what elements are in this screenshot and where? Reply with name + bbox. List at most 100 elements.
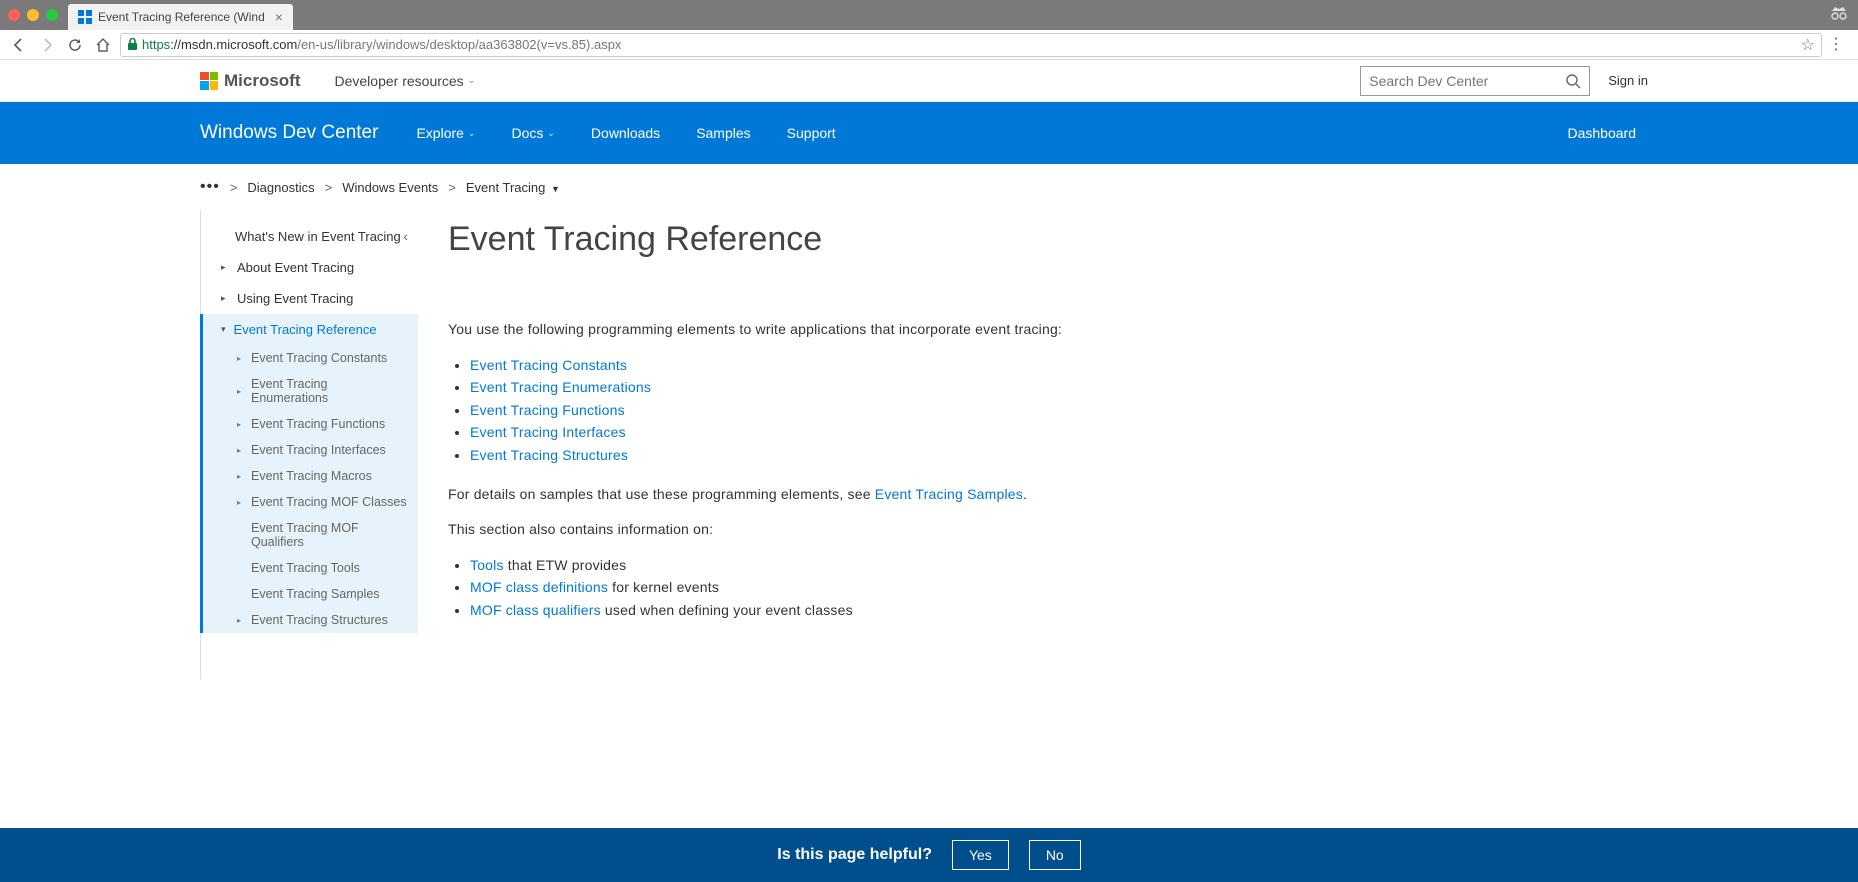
sidebar-item-label: Event Tracing Reference — [234, 322, 377, 337]
sidebar-sub-samples[interactable]: Event Tracing Samples — [203, 581, 418, 607]
triangle-down-icon: ▾ — [221, 324, 226, 335]
back-button[interactable] — [8, 34, 30, 56]
lock-icon — [127, 38, 138, 51]
address-bar[interactable]: https://msdn.microsoft.com/en-us/library… — [120, 33, 1822, 57]
sidebar-reference-group: ▾Event Tracing Reference ▸Event Tracing … — [200, 314, 418, 633]
sidebar-using[interactable]: ▸ Using Event Tracing — [201, 283, 418, 314]
list-item: Event Tracing Interfaces — [470, 421, 1278, 443]
link-constants[interactable]: Event Tracing Constants — [470, 357, 627, 373]
breadcrumb-event-tracing[interactable]: Event Tracing ▼ — [466, 180, 560, 195]
window-maximize-button[interactable] — [46, 9, 58, 21]
sidebar-sub-label: Event Tracing Enumerations — [251, 377, 408, 405]
sidebar-sub-mof-classes[interactable]: ▸Event Tracing MOF Classes — [203, 489, 418, 515]
breadcrumb-separator: > — [230, 180, 238, 195]
home-button[interactable] — [92, 34, 114, 56]
breadcrumb-separator: > — [325, 180, 333, 195]
list-item: MOF class qualifiers used when defining … — [470, 599, 1278, 621]
page-title: Event Tracing Reference — [448, 220, 1278, 259]
dropdown-arrow-icon: ▼ — [551, 184, 560, 194]
sidebar-sub-label: Event Tracing Samples — [251, 587, 380, 601]
collapse-sidebar-icon[interactable]: ‹ — [403, 228, 408, 244]
info-list: Tools that ETW provides MOF class defini… — [470, 554, 1278, 621]
triangle-right-icon: ▸ — [237, 472, 243, 481]
sidebar-sub-mof-qualifiers[interactable]: Event Tracing MOF Qualifiers — [203, 515, 418, 555]
sidebar-sub-tools[interactable]: Event Tracing Tools — [203, 555, 418, 581]
text-run: For details on samples that use these pr… — [448, 486, 875, 502]
article-content: Event Tracing Reference You use the foll… — [418, 210, 1318, 679]
sidebar-sub-label: Event Tracing Tools — [251, 561, 360, 575]
sidebar-sub-enumerations[interactable]: ▸Event Tracing Enumerations — [203, 371, 418, 411]
chevron-down-icon: ⌄ — [468, 75, 476, 86]
triangle-right-icon: ▸ — [221, 293, 229, 304]
browser-toolbar: https://msdn.microsoft.com/en-us/library… — [0, 30, 1858, 60]
search-icon[interactable] — [1565, 73, 1581, 89]
search-input[interactable] — [1369, 73, 1565, 89]
triangle-right-icon: ▸ — [237, 446, 243, 455]
triangle-right-icon: ▸ — [221, 262, 229, 273]
signin-link[interactable]: Sign in — [1608, 73, 1648, 88]
nav-dashboard[interactable]: Dashboard — [1568, 125, 1637, 141]
sidebar-sub-label: Event Tracing MOF Classes — [251, 495, 407, 509]
breadcrumb-current-label: Event Tracing — [466, 180, 546, 195]
link-mof-definitions[interactable]: MOF class definitions — [470, 579, 608, 595]
list-item: MOF class definitions for kernel events — [470, 576, 1278, 598]
link-structures[interactable]: Event Tracing Structures — [470, 447, 628, 463]
microsoft-header: Microsoft Developer resources ⌄ Sign in — [0, 60, 1858, 102]
list-item: Event Tracing Structures — [470, 444, 1278, 466]
sidebar-sub-macros[interactable]: ▸Event Tracing Macros — [203, 463, 418, 489]
breadcrumb-separator: > — [448, 180, 456, 195]
feedback-yes-button[interactable]: Yes — [952, 840, 1009, 870]
sidebar-sub-constants[interactable]: ▸Event Tracing Constants — [203, 345, 418, 371]
list-item: Event Tracing Enumerations — [470, 376, 1278, 398]
link-enumerations[interactable]: Event Tracing Enumerations — [470, 379, 651, 395]
browser-tab[interactable]: Event Tracing Reference (Wind × — [68, 4, 293, 30]
breadcrumb-more-icon[interactable]: ••• — [200, 178, 220, 196]
feedback-no-button[interactable]: No — [1029, 840, 1081, 870]
breadcrumb-diagnostics[interactable]: Diagnostics — [247, 180, 314, 195]
sidebar-reference[interactable]: ▾ Event Tracing Reference — [203, 314, 418, 345]
link-interfaces[interactable]: Event Tracing Interfaces — [470, 424, 626, 440]
list-item: Event Tracing Constants — [470, 354, 1278, 376]
sidebar-sub-functions[interactable]: ▸Event Tracing Functions — [203, 411, 418, 437]
reload-button[interactable] — [64, 34, 86, 56]
breadcrumb: ••• > Diagnostics > Windows Events > Eve… — [0, 164, 1858, 210]
forward-button[interactable] — [36, 34, 58, 56]
feedback-prompt: Is this page helpful? — [777, 846, 932, 864]
link-functions[interactable]: Event Tracing Functions — [470, 402, 625, 418]
search-box[interactable] — [1360, 66, 1590, 96]
browser-menu-button[interactable]: ⋮ — [1822, 43, 1850, 47]
main-layout: What's New in Event Tracing ‹ ▸ About Eve… — [0, 210, 1858, 679]
nav-docs[interactable]: Docs⌄ — [511, 125, 554, 141]
sidebar-item-label: What's New in Event Tracing — [235, 229, 401, 244]
sidebar-sub-label: Event Tracing Constants — [251, 351, 387, 365]
nav-downloads[interactable]: Downloads — [591, 125, 660, 141]
sidebar-item-label: About Event Tracing — [237, 260, 354, 275]
link-samples[interactable]: Event Tracing Samples — [875, 486, 1023, 502]
samples-paragraph: For details on samples that use these pr… — [448, 484, 1278, 505]
sidebar-sub-structures[interactable]: ▸Event Tracing Structures — [203, 607, 418, 633]
sidebar-item-label: Using Event Tracing — [237, 291, 353, 306]
sidebar-sub-label: Event Tracing Interfaces — [251, 443, 386, 457]
site-title[interactable]: Windows Dev Center — [200, 122, 378, 144]
nav-explore[interactable]: Explore⌄ — [416, 125, 475, 141]
sidebar-whats-new[interactable]: What's New in Event Tracing ‹ — [201, 220, 418, 252]
sidebar-sub-interfaces[interactable]: ▸ Event Tracing Interfaces — [203, 437, 418, 463]
reference-link-list: Event Tracing Constants Event Tracing En… — [470, 354, 1278, 466]
window-close-button[interactable] — [8, 9, 20, 21]
nav-support[interactable]: Support — [787, 125, 836, 141]
list-item: Event Tracing Functions — [470, 399, 1278, 421]
section-info-text: This section also contains information o… — [448, 519, 1278, 540]
link-mof-qualifiers[interactable]: MOF class qualifiers — [470, 602, 601, 618]
bookmark-star-icon[interactable]: ☆ — [1801, 35, 1815, 55]
sidebar-about[interactable]: ▸ About Event Tracing — [201, 252, 418, 283]
breadcrumb-windows-events[interactable]: Windows Events — [342, 180, 438, 195]
microsoft-logo[interactable]: Microsoft — [200, 71, 301, 91]
link-tools[interactable]: Tools — [470, 557, 504, 573]
tab-close-icon[interactable]: × — [275, 9, 283, 25]
nav-samples[interactable]: Samples — [696, 125, 750, 141]
developer-resources-dropdown[interactable]: Developer resources ⌄ — [335, 73, 476, 89]
feedback-bar: Is this page helpful? Yes No — [0, 828, 1858, 882]
intro-text: You use the following programming elemen… — [448, 319, 1278, 340]
window-minimize-button[interactable] — [27, 9, 39, 21]
chevron-down-icon: ⌄ — [547, 128, 555, 139]
